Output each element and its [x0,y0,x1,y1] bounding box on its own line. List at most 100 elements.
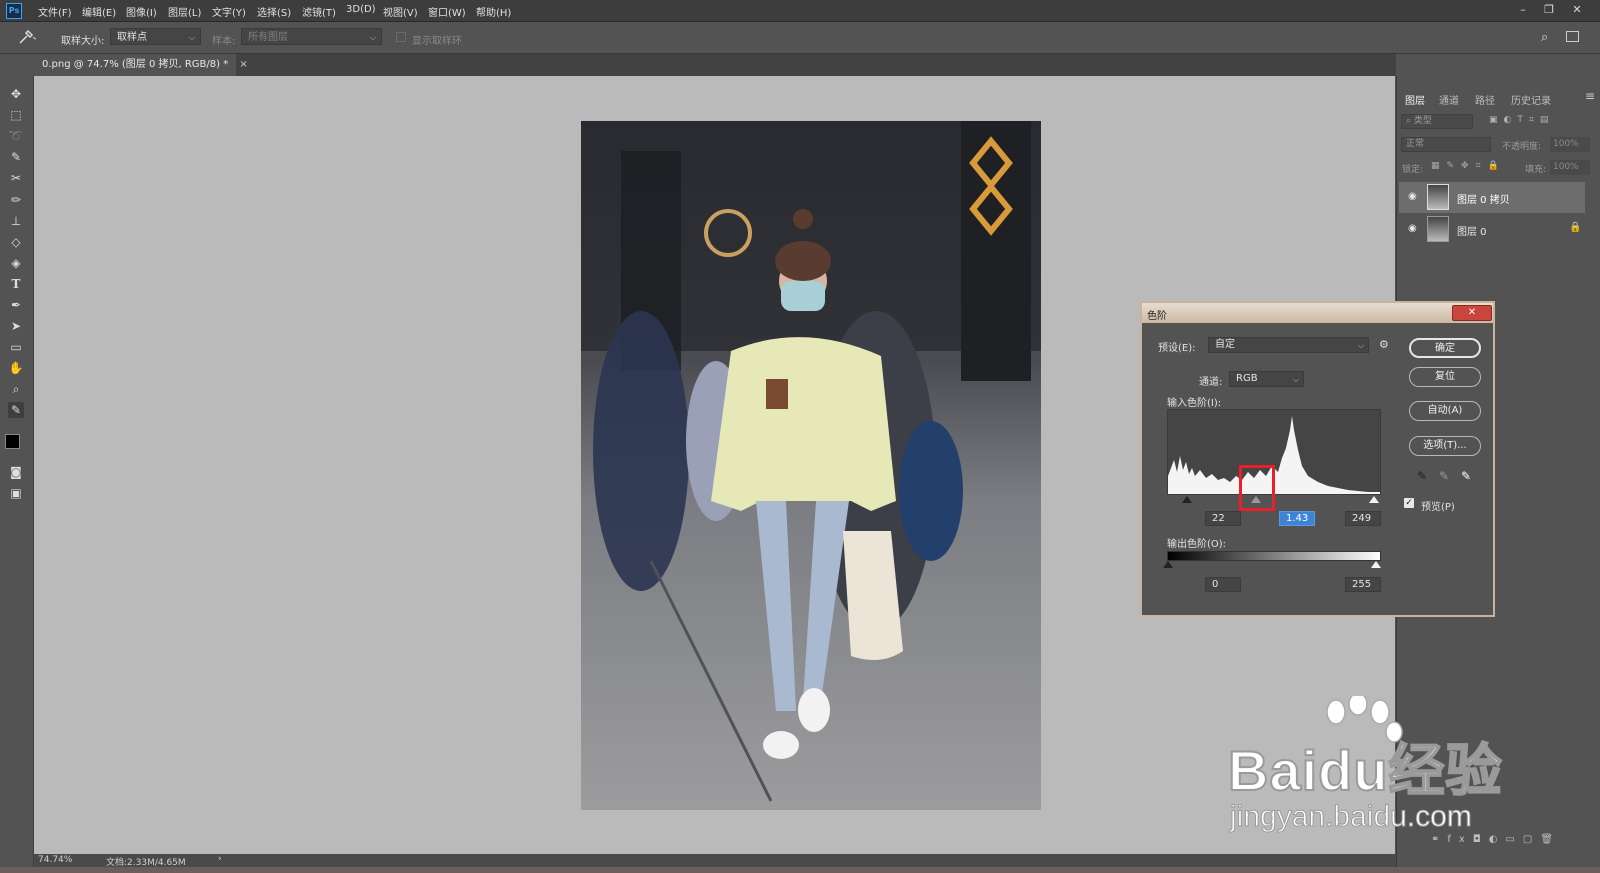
chevron-down-icon: ⌵ [188,33,195,42]
chevron-down-icon: ⌵ [1292,375,1299,384]
zoom-tool-icon[interactable]: ⌕ [8,381,24,397]
tab-channels[interactable]: 通道 [1439,92,1459,107]
black-point-eyedropper-icon[interactable]: ✎ [1417,469,1427,483]
channel-label: 通道: [1199,377,1223,388]
preview-checkbox[interactable]: ✓ [1404,498,1414,508]
input-black-field[interactable]: 22 [1205,511,1241,526]
options-bar: 取样大小: 取样点 ⌵ 样本: 所有图层 ⌵ 显示取样环 ⌕ [0,22,1600,54]
search-icon[interactable]: ⌕ [1541,30,1548,45]
menu-filter[interactable]: 滤镜(T) [302,4,336,19]
blend-mode-value: 正常 [1406,139,1425,149]
reset-button[interactable]: 复位 [1409,367,1481,387]
move-tool-icon[interactable]: ✥ [8,86,24,102]
preset-select[interactable]: 自定 ⌵ [1208,337,1369,353]
layer-name[interactable]: 图层 0 拷贝 [1457,191,1510,206]
minimize-icon[interactable]: – [1513,2,1533,18]
visibility-eye-icon[interactable]: ◉ [1408,223,1417,234]
lock-icon: 🔒 [1569,222,1582,233]
crop-tool-icon[interactable]: ✂ [8,170,24,186]
gray-point-eyedropper-icon[interactable]: ✎ [1439,469,1449,483]
dialog-close-icon[interactable]: ✕ [1452,305,1492,321]
menu-layer[interactable]: 图层(L) [168,4,201,19]
status-menu-arrow-icon[interactable]: › [218,854,222,864]
type-tool-icon[interactable]: T [8,276,24,292]
eyedropper-tool-icon[interactable]: ✎ [8,402,24,418]
stamp-tool-icon[interactable]: ⊥ [8,213,24,229]
menu-3d[interactable]: 3D(D) [346,4,376,15]
document-tab-title: 0.png @ 74.7% (图层 0 拷贝, RGB/8) * [42,59,229,70]
levels-dialog: 色阶 ✕ 预设(E): 自定 ⌵ ⚙ 通道: RGB ⌵ 输入色阶(I): 22… [1140,301,1495,617]
panel-menu-icon[interactable]: ≡ [1585,89,1595,103]
shape-tool-icon[interactable]: ▭ [8,339,24,355]
filter-kind-select[interactable]: ⌕ 类型 [1401,114,1473,129]
white-point-eyedropper-icon[interactable]: ✎ [1461,469,1471,483]
blend-mode-select[interactable]: 正常 [1401,137,1491,152]
channel-select[interactable]: RGB ⌵ [1229,371,1304,387]
dialog-title: 色阶 [1147,311,1167,322]
input-black-value: 22 [1212,513,1225,524]
sample-select[interactable]: 所有图层 ⌵ [241,28,382,45]
close-icon[interactable]: ✕ [1567,2,1587,18]
options-button[interactable]: 选项(T)... [1409,436,1481,456]
opacity-value[interactable]: 100% [1550,137,1590,152]
tab-close-icon[interactable]: × [239,59,247,70]
tab-history[interactable]: 历史记录 [1511,92,1551,107]
watermark-url: jingyan.baidu.com [1230,800,1473,834]
lasso-tool-icon[interactable]: ➰ [8,128,24,144]
output-black-slider[interactable] [1163,561,1173,568]
quick-select-tool-icon[interactable]: ✎ [8,149,24,165]
document-tab[interactable]: 0.png @ 74.7% (图层 0 拷贝, RGB/8) * × [34,54,248,76]
fill-value[interactable]: 100% [1550,160,1590,175]
preset-settings-gear-icon[interactable]: ⚙ [1379,338,1389,351]
preview-label: 预览(P) [1421,502,1455,513]
tab-layers[interactable]: 图层 [1405,92,1425,107]
dialog-title-bar[interactable]: 色阶 ✕ [1142,303,1493,323]
photoshop-logo-icon: Ps [6,3,22,19]
restore-icon[interactable]: ❐ [1539,2,1559,18]
sample-size-select[interactable]: 取样点 ⌵ [110,28,201,45]
menu-edit[interactable]: 编辑(E) [82,4,116,19]
layer-row-copy[interactable]: ◉ 图层 0 拷贝 [1399,182,1585,213]
menu-select[interactable]: 选择(S) [257,4,291,19]
menu-image[interactable]: 图像(I) [126,4,157,19]
output-white-slider[interactable] [1371,561,1381,568]
quick-mask-icon[interactable]: ◙ [8,464,24,480]
show-ring-label: 显示取样环 [412,36,462,47]
hand-tool-icon[interactable]: ✋ [8,360,24,376]
foreground-color-swatch[interactable] [5,434,20,449]
menu-file[interactable]: 文件(F) [38,4,72,19]
eraser-tool-icon[interactable]: ◇ [8,234,24,250]
menu-type[interactable]: 文字(Y) [212,4,246,19]
output-black-field[interactable]: 0 [1205,577,1241,592]
input-white-field[interactable]: 249 [1345,511,1381,526]
auto-button[interactable]: 自动(A) [1409,401,1481,421]
menu-window[interactable]: 窗口(W) [428,4,466,19]
brush-tool-icon[interactable]: ✏ [8,192,24,208]
input-gamma-field[interactable]: 1.43 [1279,511,1315,526]
input-black-slider[interactable] [1182,496,1192,503]
input-white-slider[interactable] [1369,496,1379,503]
workspace-icon[interactable] [1566,31,1579,42]
marquee-tool-icon[interactable]: ⬚ [8,107,24,123]
pen-tool-icon[interactable]: ✒ [8,297,24,313]
zoom-level[interactable]: 74.74% [38,855,72,865]
menu-view[interactable]: 视图(V) [383,4,418,19]
tab-paths[interactable]: 路径 [1475,92,1495,107]
paint-bucket-icon[interactable]: ◈ [8,255,24,271]
screen-mode-icon[interactable]: ▣ [8,485,24,501]
path-select-tool-icon[interactable]: ➤ [8,318,24,334]
layer-name[interactable]: 图层 0 [1457,223,1487,238]
watermark-brand: Baidu经验 [1227,738,1503,803]
visibility-eye-icon[interactable]: ◉ [1408,191,1417,202]
sample-size-label: 取样大小: [61,36,105,47]
ok-button[interactable]: 确定 [1409,338,1481,358]
layer-row-base[interactable]: ◉ 图层 0 🔒 [1399,214,1585,245]
lock-icons[interactable]: ▦✎✥⌗🔒 [1431,161,1506,171]
eyedropper-tool-preset-icon[interactable] [16,28,38,46]
output-white-value: 255 [1352,579,1372,590]
show-ring-checkbox[interactable] [396,32,406,42]
filter-icons[interactable]: ▣◐T⌗▤ [1489,115,1554,125]
output-white-field[interactable]: 255 [1345,577,1381,592]
menu-help[interactable]: 帮助(H) [476,4,511,19]
sample-value: 所有图层 [248,32,288,43]
